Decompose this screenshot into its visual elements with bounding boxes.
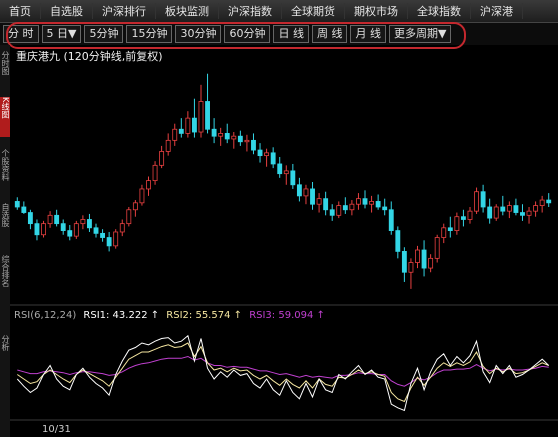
candle-body	[34, 223, 40, 236]
candle-body	[323, 198, 329, 211]
candle-body	[329, 209, 335, 216]
rsi1-value: RSI1: 43.222 ↑	[83, 310, 160, 321]
candle-body	[415, 249, 420, 263]
candle-body	[369, 201, 375, 205]
candle-body	[362, 198, 368, 205]
candle-body	[21, 206, 27, 213]
candle-body	[132, 202, 138, 211]
candle-body	[434, 237, 440, 259]
candle-body	[264, 152, 270, 157]
candle-body	[277, 163, 283, 175]
candle-body	[224, 133, 230, 140]
candle-body	[191, 117, 197, 133]
candle-body	[87, 219, 92, 229]
candle-body	[428, 257, 434, 269]
candle-body	[474, 191, 479, 212]
candle-body	[408, 262, 414, 273]
candle-body	[178, 128, 184, 134]
candle-body	[60, 223, 66, 231]
candle-body	[237, 135, 243, 143]
candle-body	[401, 251, 407, 273]
candle-body	[487, 206, 493, 219]
candle-body	[185, 117, 191, 134]
candle-body	[211, 128, 217, 137]
candle-body	[119, 223, 125, 233]
candle-body	[533, 205, 539, 212]
candle-body	[47, 214, 53, 225]
candle-body	[100, 232, 106, 238]
rsi3-value: RSI3: 59.094 ↑	[249, 310, 325, 321]
candle-body	[165, 139, 171, 152]
candle-body	[480, 191, 486, 208]
candle-body	[218, 133, 224, 137]
candle-body	[303, 188, 309, 197]
candle-body	[27, 212, 33, 225]
rsi-legend: RSI(6,12,24) RSI1: 43.222 ↑ RSI2: 55.574…	[14, 310, 329, 321]
kline-chart[interactable]	[0, 0, 558, 437]
candle-body	[198, 101, 204, 133]
candle-body	[152, 164, 158, 182]
candle-body	[270, 152, 276, 165]
candle-body	[526, 210, 532, 216]
candle-body	[14, 201, 20, 208]
candle-body	[126, 209, 132, 225]
candle-body	[67, 230, 73, 237]
candle-body	[41, 223, 46, 236]
candle-body	[520, 212, 525, 216]
candle-body	[336, 205, 342, 216]
candle-body	[467, 210, 473, 220]
candle-body	[146, 180, 151, 190]
candle-body	[493, 206, 499, 219]
candle-body	[54, 214, 60, 225]
candle-body	[539, 199, 545, 206]
candle-body	[296, 184, 302, 197]
candle-body	[231, 135, 237, 140]
candle-body	[205, 101, 210, 130]
candle-body	[349, 203, 355, 211]
candle-body	[460, 216, 466, 220]
candle-body	[454, 216, 460, 231]
candle-body	[382, 206, 388, 211]
candle-body	[113, 231, 119, 247]
candle-body	[244, 139, 250, 143]
candle-body	[447, 227, 453, 231]
candle-body	[388, 209, 394, 231]
candle-body	[257, 149, 263, 157]
candle-body	[251, 139, 256, 151]
candle-body	[375, 201, 381, 208]
candle-body	[395, 230, 401, 252]
candle-body	[139, 188, 145, 204]
candle-body	[80, 219, 86, 225]
candle-body	[93, 227, 99, 234]
candle-body	[106, 237, 112, 247]
candle-body	[310, 188, 315, 205]
candle-body	[546, 199, 552, 204]
candle-body	[441, 227, 447, 238]
candle-body	[290, 170, 296, 186]
candle-body	[159, 151, 165, 166]
candle-body	[316, 198, 322, 205]
candle-body	[356, 198, 361, 205]
candle-body	[421, 249, 427, 269]
rsi2-value: RSI2: 55.574 ↑	[166, 310, 242, 321]
candle-body	[506, 205, 512, 212]
candle-body	[283, 170, 289, 175]
rsi2-line	[17, 342, 549, 403]
candle-body	[342, 205, 348, 211]
rsi-indicator-label[interactable]: RSI(6,12,24)	[14, 310, 76, 321]
axis-date-label: 10/31	[42, 424, 71, 435]
candle-body	[73, 223, 79, 237]
candle-body	[172, 128, 178, 141]
candle-body	[513, 205, 519, 213]
candle-body	[500, 206, 506, 212]
